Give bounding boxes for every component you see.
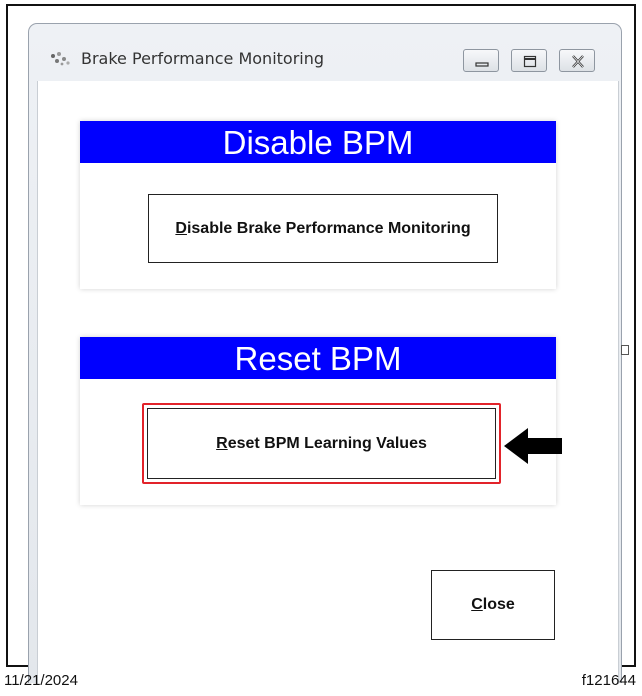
reset-bpm-group: Reset BPM Reset BPM Learning Values — [80, 337, 556, 505]
resize-handle[interactable] — [621, 345, 629, 355]
dialog-body: Disable BPM Disable Brake Performance Mo… — [37, 81, 619, 684]
pointer-arrow-icon — [504, 428, 562, 464]
window-title: Brake Performance Monitoring — [81, 49, 325, 68]
disable-bpm-group: Disable BPM Disable Brake Performance Mo… — [80, 121, 556, 289]
title-bar[interactable]: Brake Performance Monitoring — [29, 24, 621, 76]
maximize-icon — [523, 55, 537, 68]
disable-brake-performance-monitoring-button[interactable]: Disable Brake Performance Monitoring — [148, 194, 498, 263]
reset-bpm-learning-values-button[interactable]: Reset BPM Learning Values — [147, 408, 496, 479]
disable-button-label: Disable Brake Performance Monitoring — [175, 220, 471, 237]
close-icon — [572, 55, 584, 68]
highlight-outline: Reset BPM Learning Values — [142, 403, 501, 484]
disable-bpm-header: Disable BPM — [80, 121, 556, 163]
close-button[interactable]: Close — [431, 570, 555, 640]
close-button-label: Close — [471, 596, 515, 613]
figure-date: 11/21/2024 — [4, 672, 78, 689]
reset-bpm-header: Reset BPM — [80, 337, 556, 379]
figure-id: f121644 — [581, 672, 636, 689]
close-window-button[interactable] — [559, 49, 595, 72]
minimize-icon — [475, 62, 489, 67]
maximize-button[interactable] — [511, 49, 547, 72]
app-icon — [51, 52, 70, 66]
dialog-window: Brake Performance Monitoring Disable BPM… — [28, 23, 622, 684]
reset-button-label: Reset BPM Learning Values — [216, 435, 427, 452]
minimize-button[interactable] — [463, 49, 499, 72]
